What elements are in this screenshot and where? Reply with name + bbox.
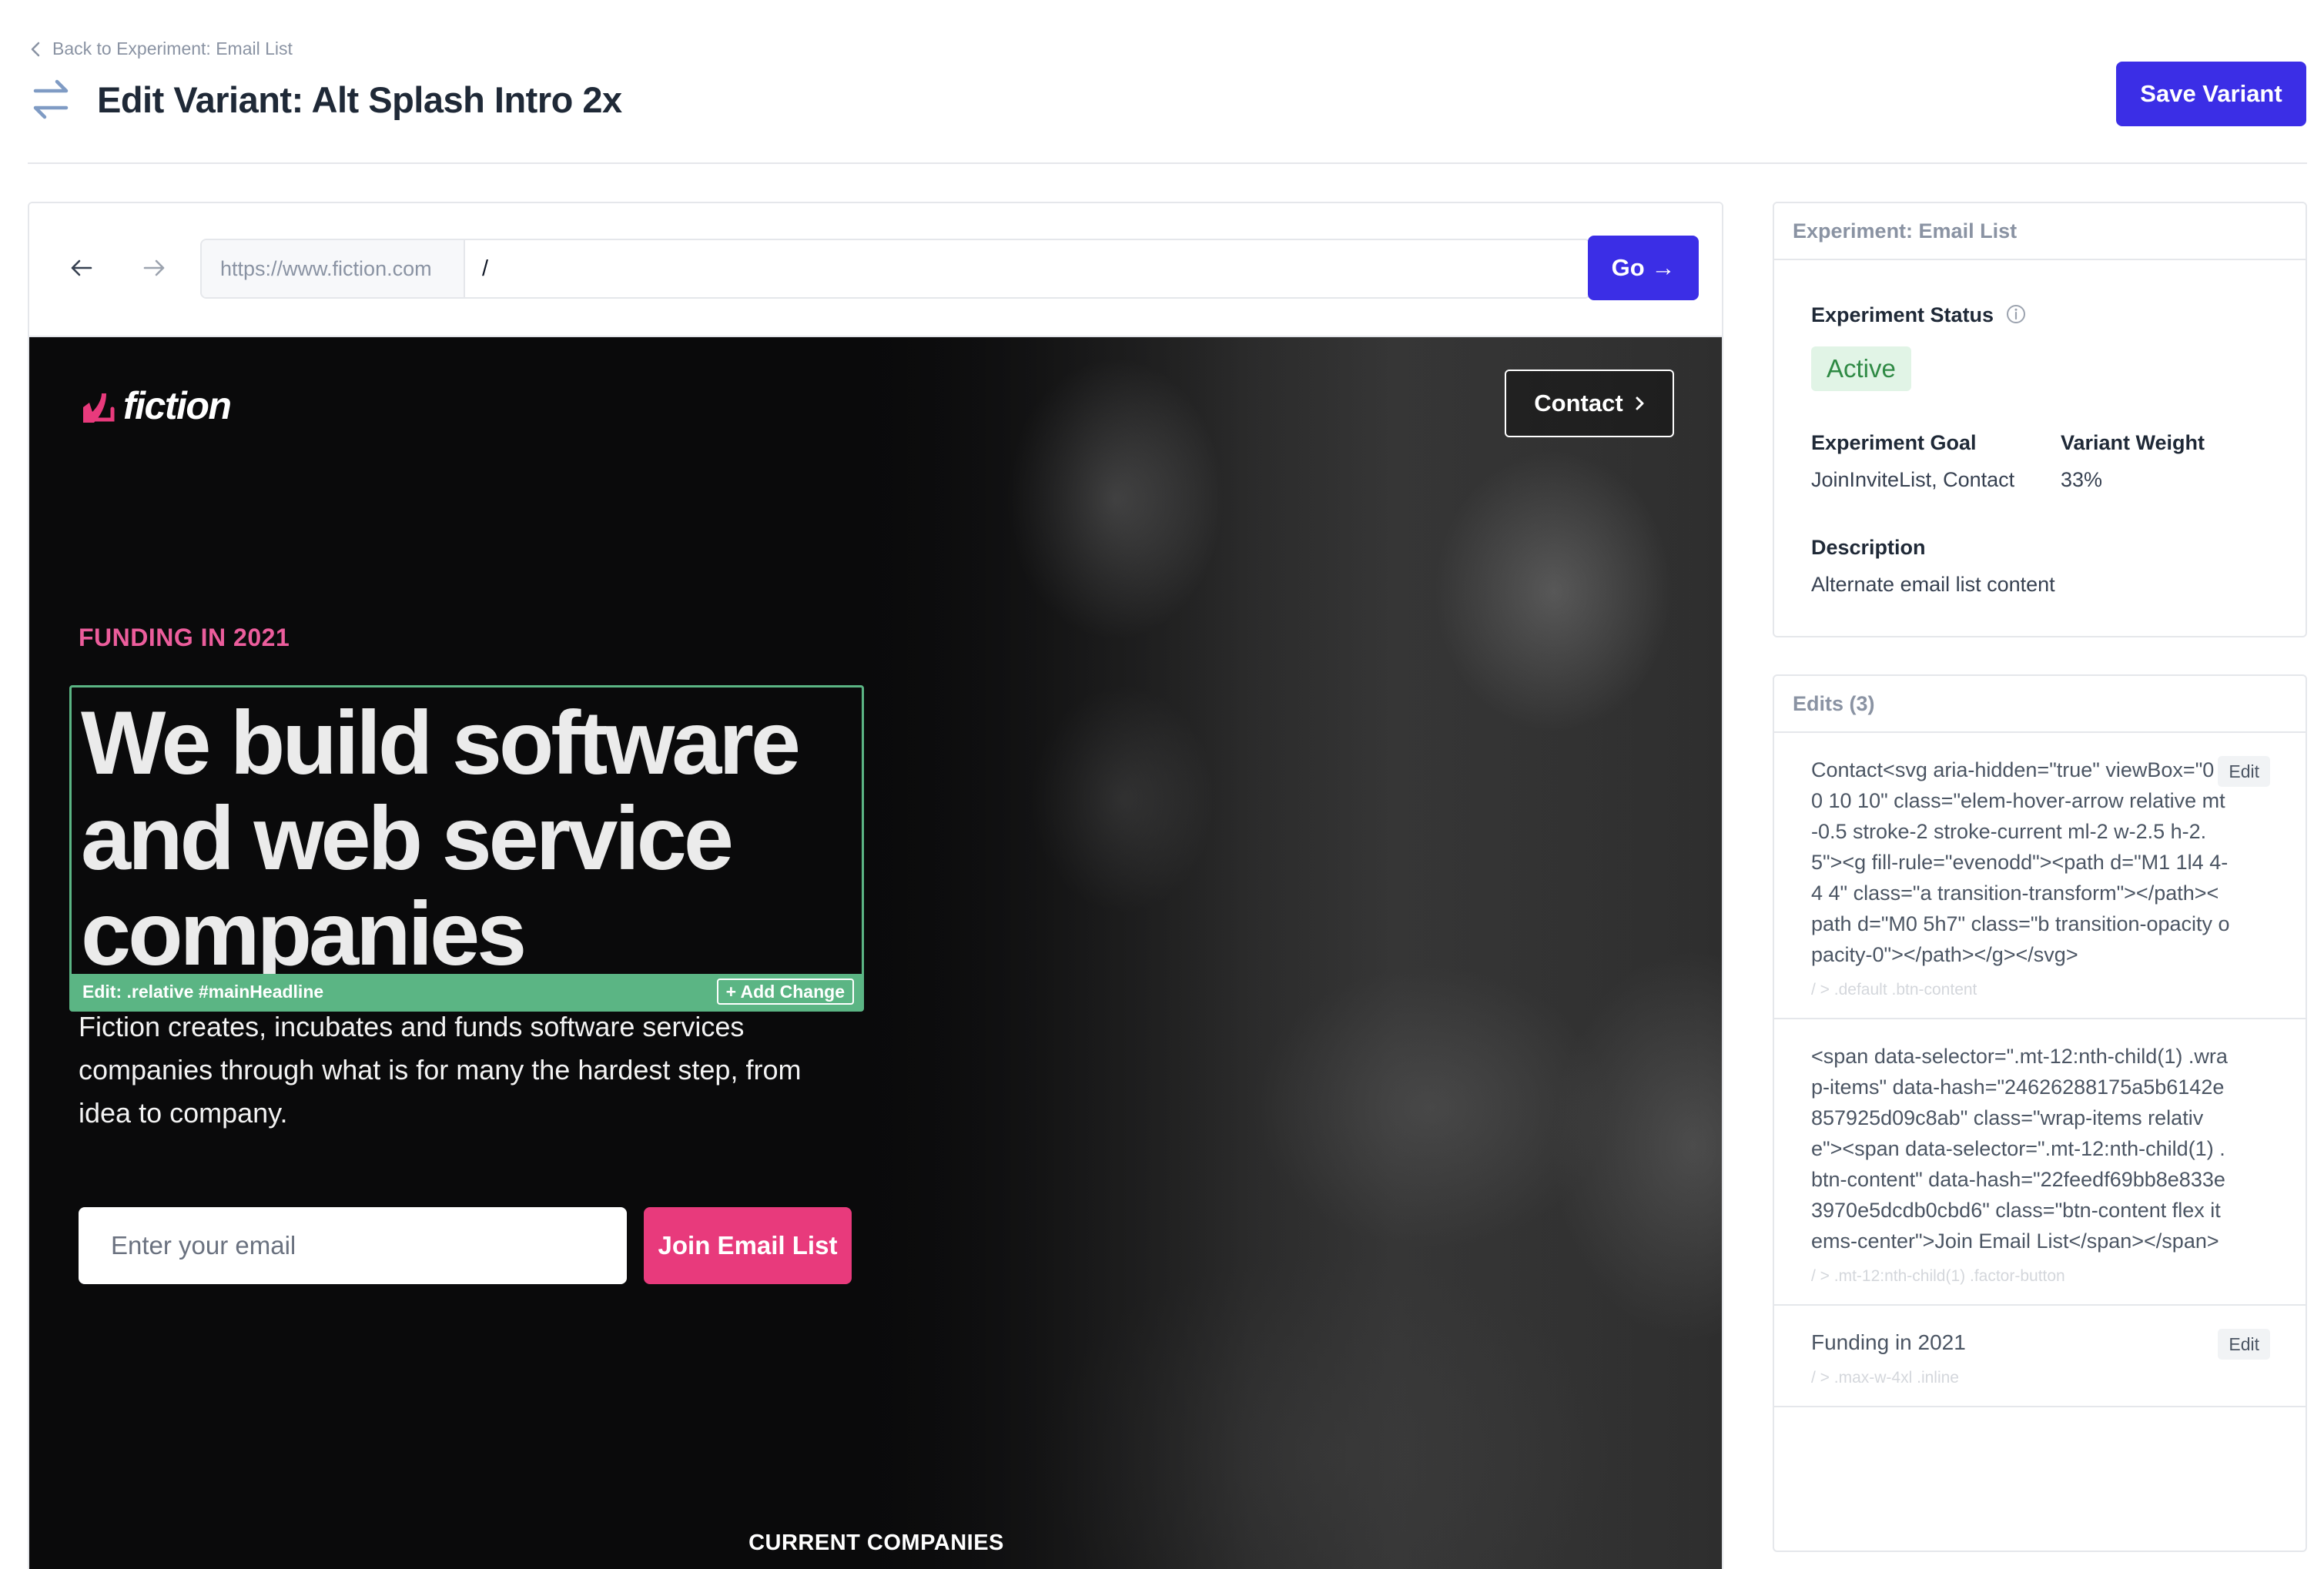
status-badge: Active — [1811, 346, 1911, 391]
edits-card-title: Edits (3) — [1774, 676, 2306, 733]
join-email-list-button[interactable]: Join Email List — [644, 1207, 852, 1284]
url-bar: https://www.fiction.com — [200, 239, 1591, 299]
experiment-info-card: Experiment: Email List Experiment Status… — [1773, 202, 2307, 637]
logo-text: fiction — [123, 384, 232, 427]
go-button[interactable]: Go → — [1588, 236, 1699, 300]
edit-item-edit-button[interactable]: Edit — [2218, 756, 2270, 787]
email-input[interactable] — [79, 1207, 627, 1284]
arrow-left-icon[interactable] — [68, 254, 95, 282]
variant-weight-label: Variant Weight — [2061, 431, 2205, 454]
edit-strip: Edit: .relative #mainHeadline + Add Chan… — [72, 974, 862, 1009]
edit-item-content: Contact<svg aria-hidden="true" viewBox="… — [1811, 758, 2230, 966]
main-headline: We build software and web service compan… — [81, 692, 801, 984]
fiction-logo-icon — [83, 393, 115, 423]
edits-card: Edits (3) Contact<svg aria-hidden="true"… — [1773, 674, 2307, 1552]
page-preview: fiction Contact FUNDING IN 2021 We build… — [29, 337, 1722, 1569]
edit-item-selector: / > .mt-12:nth-child(1) .factor-button — [1811, 1267, 2065, 1285]
save-variant-button[interactable]: Save Variant — [2116, 62, 2306, 126]
info-icon[interactable] — [2005, 303, 2027, 325]
add-change-button[interactable]: + Add Change — [716, 979, 854, 1005]
header-divider — [28, 162, 2307, 164]
description-value: Alternate email list content — [1811, 573, 2055, 596]
edit-item-edit-button[interactable]: Edit — [2218, 1329, 2270, 1360]
hero-subtext: Fiction creates, incubates and funds sof… — [79, 1011, 802, 1129]
variant-editor: https://www.fiction.com Go → fiction Con… — [28, 202, 1723, 1569]
eyebrow-text: FUNDING IN 2021 — [79, 624, 290, 651]
current-companies-heading: CURRENT COMPANIES — [748, 1531, 1004, 1555]
swap-arrows-icon — [33, 79, 69, 119]
contact-button-label: Contact — [1534, 390, 1623, 417]
edit-item[interactable]: <span data-selector=".mt-12:nth-child(1)… — [1774, 1019, 2306, 1306]
chevron-right-icon — [1636, 396, 1644, 410]
back-link-label: Back to Experiment: Email List — [52, 38, 293, 59]
contact-button[interactable]: Contact — [1505, 370, 1674, 437]
chevron-left-icon — [31, 42, 40, 56]
browser-toolbar: https://www.fiction.com Go → — [29, 203, 1722, 337]
arrow-right-icon[interactable] — [140, 254, 168, 282]
page-header: Edit Variant: Alt Splash Intro 2x — [29, 75, 622, 123]
url-path-input[interactable] — [465, 240, 1589, 297]
back-link[interactable]: Back to Experiment: Email List — [29, 38, 293, 59]
description-label: Description — [1811, 536, 1926, 559]
fiction-logo[interactable]: fiction — [79, 383, 232, 428]
variant-weight-value: 33% — [2061, 468, 2103, 491]
edit-item[interactable]: Funding in 2021 / > .max-w-4xl .inline E… — [1774, 1306, 2306, 1407]
url-domain: https://www.fiction.com — [202, 240, 465, 297]
edit-item-selector: / > .max-w-4xl .inline — [1811, 1369, 1959, 1387]
page-title: Edit Variant: Alt Splash Intro 2x — [97, 79, 622, 120]
edit-item[interactable]: Contact<svg aria-hidden="true" viewBox="… — [1774, 733, 2306, 1019]
selected-element-outline[interactable]: We build software and web service compan… — [69, 685, 864, 1012]
edit-item-selector: / > .default .btn-content — [1811, 981, 1977, 999]
edit-item-content: Funding in 2021 — [1811, 1330, 1966, 1354]
experiment-goal-label: Experiment Goal — [1811, 431, 1977, 454]
hero-background-photo — [861, 337, 1722, 1569]
experiment-goal-value: JoinInviteList, Contact — [1811, 468, 2015, 491]
experiment-status-label: Experiment Status — [1811, 303, 1994, 326]
experiment-card-title[interactable]: Experiment: Email List — [1774, 203, 2306, 260]
edit-item-content: <span data-selector=".mt-12:nth-child(1)… — [1811, 1045, 2228, 1253]
edit-selector-label: Edit: .relative #mainHeadline — [82, 981, 324, 1002]
